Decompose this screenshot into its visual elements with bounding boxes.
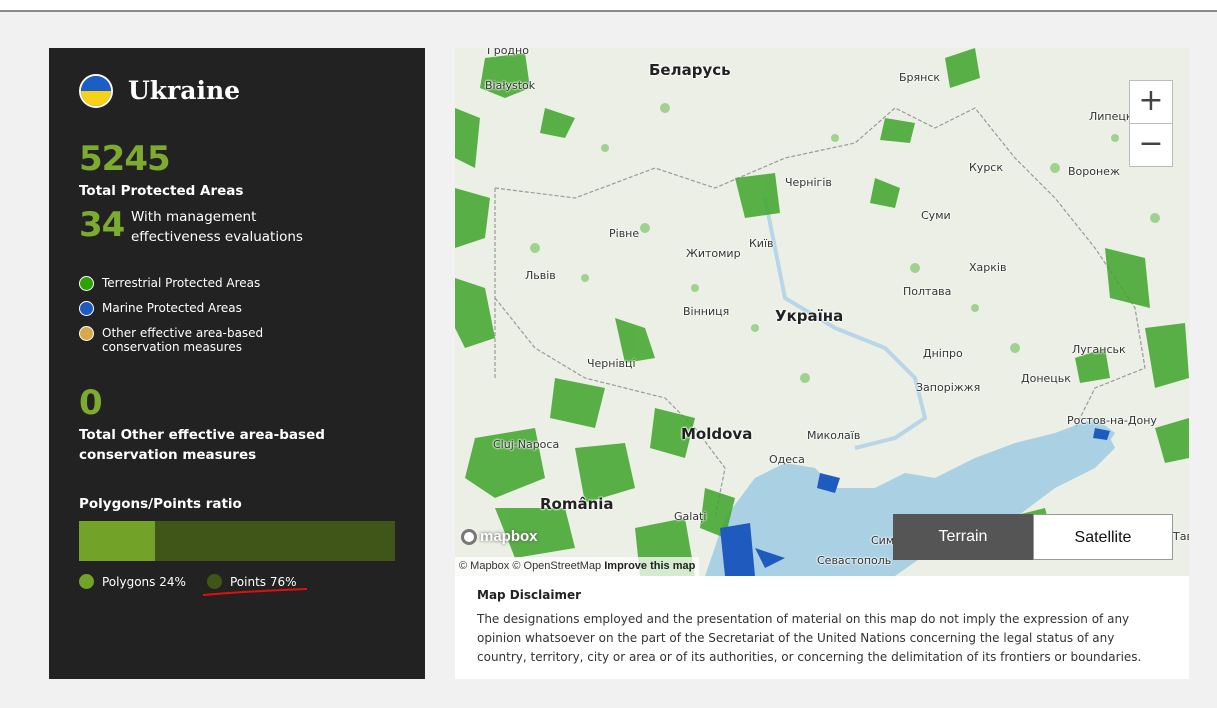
place-label: Одеса [769, 453, 805, 466]
country-stats-panel: Ukraine 5245 Total Protected Areas 34 Wi… [49, 48, 425, 679]
management-evaluations-value: 34 [79, 205, 125, 245]
place-label: Полтава [903, 285, 952, 298]
place-label: Białystok [485, 79, 536, 92]
place-label: Липецк [1089, 110, 1133, 123]
polygons-legend: Polygons 24% [79, 574, 186, 589]
place-label: Сим [871, 534, 895, 547]
place-label: Чернівці [587, 357, 636, 370]
legend-oecm: Other effective area-based conservation … [79, 326, 269, 354]
place-label: Ростов-на-Дону [1067, 414, 1157, 427]
place-label: Гродно [487, 48, 529, 57]
place-label: Moldova [681, 425, 753, 443]
legend-label: Terrestrial Protected Areas [102, 276, 261, 290]
place-label: Львів [525, 269, 556, 282]
legend-terrestrial: Terrestrial Protected Areas [79, 276, 260, 291]
polygons-fill [79, 521, 155, 561]
mapbox-logo[interactable]: mapbox [461, 528, 538, 545]
place-label: Миколаїв [807, 429, 861, 442]
management-evaluations-label: With management effectiveness evaluation… [131, 209, 303, 245]
legend-label: Marine Protected Areas [102, 301, 242, 315]
place-label: Суми [921, 209, 951, 222]
attribution-link[interactable]: © Mapbox © OpenStreetMap [459, 560, 601, 572]
polygons-label: Polygons 24% [102, 574, 186, 589]
zoom-in-button[interactable]: + [1130, 81, 1172, 124]
top-bar [0, 0, 1217, 12]
legend-marine: Marine Protected Areas [79, 301, 242, 316]
place-label: Запоріжжя [916, 381, 981, 394]
ukraine-flag-icon [79, 74, 113, 108]
disclaimer-body: The designations employed and the presen… [477, 612, 1142, 664]
marine-dot-icon [79, 301, 94, 316]
improve-map-link[interactable]: Improve this map [604, 560, 695, 572]
oecm-total-label: Total Other effective area-based conserv… [79, 427, 325, 463]
legend-label: Other effective area-based conservation … [102, 326, 264, 354]
place-label: Україна [775, 307, 844, 325]
basemap-switcher: Terrain Satellite [893, 514, 1173, 560]
place-label: Дніпро [923, 347, 963, 360]
place-label: Рівне [609, 227, 640, 240]
place-label: Tав [1173, 530, 1189, 543]
map-disclaimer: Map Disclaimer The designations employed… [455, 576, 1189, 679]
place-label: Донецьк [1021, 372, 1071, 385]
protected-areas-map[interactable]: Гродно Беларусь Białystok Брянск Липецк … [455, 48, 1189, 576]
red-underline-annotation [202, 588, 308, 596]
place-label: Брянск [899, 71, 941, 84]
place-label: Харків [969, 261, 1007, 274]
oecm-total-value: 0 [79, 383, 103, 423]
mapbox-wordmark: mapbox [480, 528, 538, 545]
terrain-button[interactable]: Terrain [893, 514, 1033, 560]
place-label: Київ [749, 237, 774, 250]
country-title: Ukraine [128, 76, 241, 105]
place-label: România [540, 495, 614, 513]
map-attribution: © Mapbox © OpenStreetMap Improve this ma… [455, 557, 700, 576]
place-label: Севастополь [817, 554, 892, 567]
zoom-out-button[interactable]: − [1130, 124, 1172, 166]
place-label: Курск [969, 161, 1003, 174]
place-label: Galați [674, 510, 707, 523]
total-protected-areas-value: 5245 [79, 139, 171, 179]
terrestrial-dot-icon [79, 276, 94, 291]
place-label: Житомир [686, 247, 741, 260]
place-label: Чернігів [785, 176, 832, 189]
disclaimer-title: Map Disclaimer [477, 588, 582, 602]
satellite-button[interactable]: Satellite [1033, 514, 1173, 560]
zoom-control: + − [1129, 80, 1173, 167]
place-label: Луганськ [1072, 343, 1126, 356]
total-protected-areas-label: Total Protected Areas [79, 183, 244, 199]
oecm-dot-icon [79, 326, 94, 341]
ratio-title: Polygons/Points ratio [79, 496, 242, 512]
place-label: Беларусь [649, 61, 731, 79]
place-label: Cluj-Napoca [493, 438, 560, 451]
polygons-dot-icon [79, 574, 94, 589]
polygons-points-ratio-bar [79, 521, 395, 561]
mapbox-icon [461, 528, 477, 545]
place-label: Воронеж [1068, 165, 1120, 178]
place-label: Вінниця [683, 305, 730, 318]
